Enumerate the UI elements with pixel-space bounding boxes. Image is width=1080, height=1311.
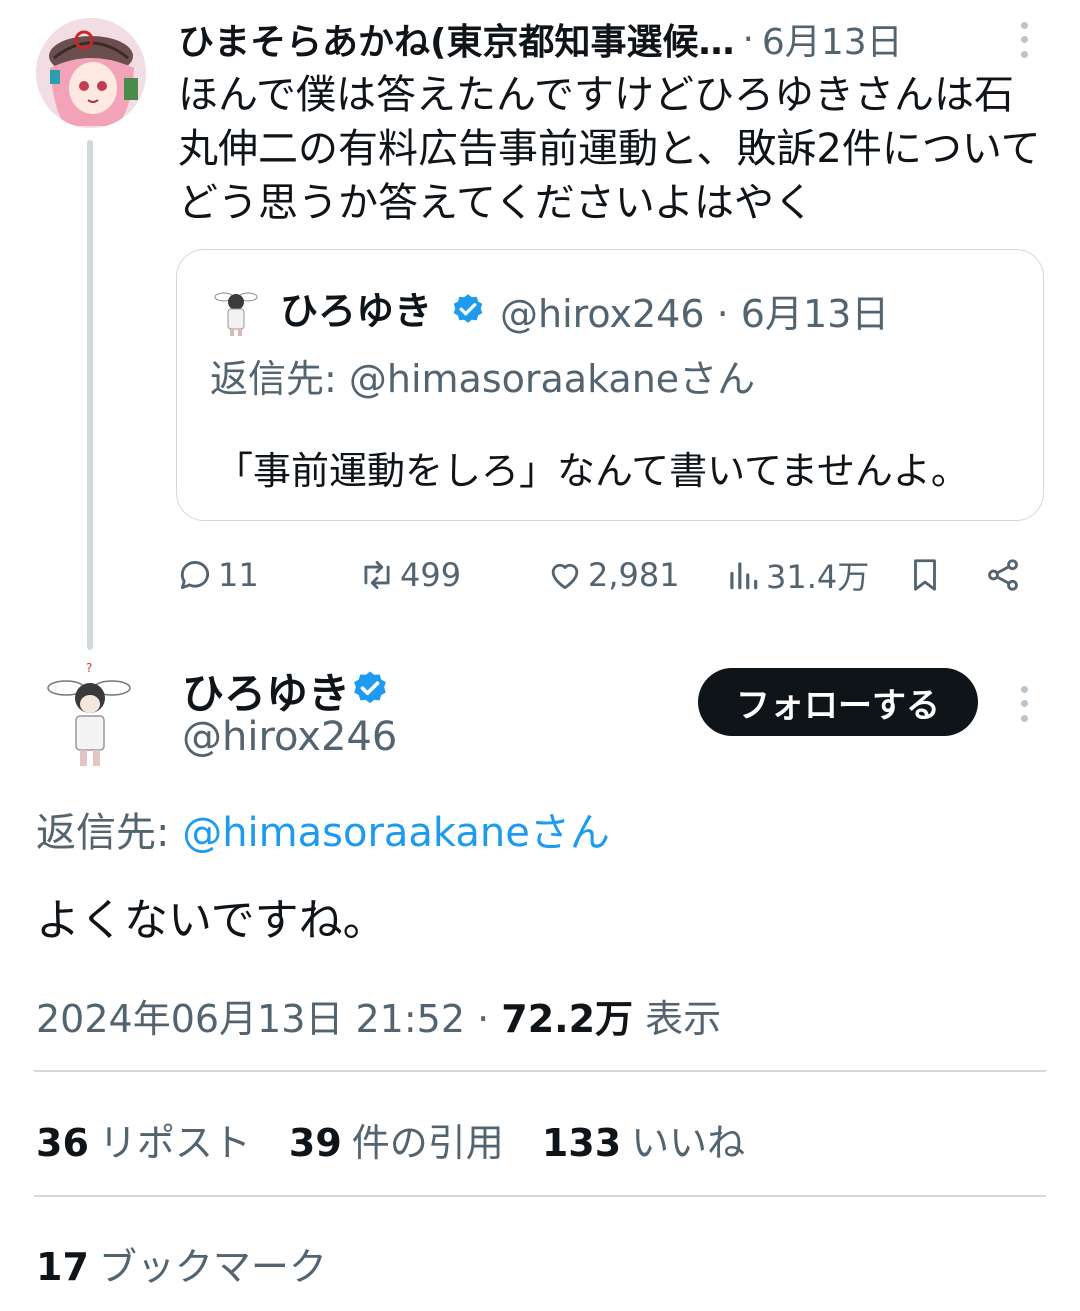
reply-button[interactable]: 11 [176,548,259,602]
views-icon [730,562,758,590]
views-count: 31.4万 [766,558,870,596]
engagement-stats: 36 リポスト 39 件の引用 133 いいね [36,1112,745,1167]
repost-button[interactable]: 499 [358,548,461,602]
verified-badge-icon [350,669,390,709]
reply-icon [180,561,210,590]
svg-text:?: ? [86,661,92,675]
more-vertical-icon[interactable] [1008,18,1040,62]
likes-stat[interactable]: 133 いいね [542,1112,745,1167]
post-action-bar: 11 499 2,981 31.4万 [176,548,1036,602]
reposts-label: リポスト [98,1121,251,1165]
post-timestamp-line: 2024年06月13日 21:52 · 72.2万 表示 [36,988,721,1043]
reply-to-line: 返信先: @himasoraakaneさん [36,800,610,858]
author-display-name[interactable]: ひろゆき [182,660,350,721]
follow-button[interactable]: フォローする [698,668,978,736]
thread-connector-line [87,140,93,650]
reply-to-label: 返信先: [36,810,170,856]
post-header: ひまそらあかね(東京都知事選候… · 6月13日 [178,14,903,64]
avatar[interactable] [36,18,146,128]
timestamp-separator: · [477,997,490,1041]
repost-icon [364,560,390,590]
quoted-handle-date: @hirox246 · 6月13日 [500,292,890,336]
author-handle[interactable]: @hirox246 [182,714,397,760]
share-button[interactable] [984,548,1026,602]
likes-count: 133 [541,1121,622,1165]
avatar-illustration [36,18,146,128]
reply-to-handle-link[interactable]: @himasoraakaneさん [182,810,610,856]
repost-count: 499 [400,556,462,594]
quoted-author-name: ひろゆき [280,289,433,333]
author-display-name[interactable]: ひまそらあかね(東京都知事選候… [178,13,734,65]
post-date[interactable]: 6月13日 [762,13,903,65]
more-vertical-icon[interactable] [1008,682,1040,726]
quoted-post-text: 「事前運動をしろ」なんて書いてませんよ。 [215,449,969,493]
like-count: 2,981 [588,556,680,594]
bookmarks-count: 17 [36,1245,89,1289]
avatar[interactable]: ? [40,660,140,770]
bookmark-icon [914,559,936,591]
quoted-avatar [210,285,262,337]
quoted-reply-to: 返信先: @himasoraakaneさん [210,357,756,401]
divider [34,1195,1046,1197]
bookmarks-label: ブックマーク [98,1245,327,1289]
reply-count: 11 [218,556,259,594]
reposts-count: 36 [36,1121,89,1165]
quotes-count: 39 [288,1121,342,1165]
divider [34,1070,1046,1072]
views-button[interactable]: 31.4万 [724,548,869,602]
quotes-stat[interactable]: 39 件の引用 [289,1112,504,1167]
quotes-label: 件の引用 [351,1121,504,1165]
post-timestamp[interactable]: 2024年06月13日 21:52 [36,997,465,1041]
header-separator: · [742,18,754,60]
avatar-illustration: ? [47,661,131,766]
view-label: 表示 [645,997,722,1041]
post-text: よくないですね。 [36,895,387,946]
like-icon [551,563,579,590]
like-button[interactable]: 2,981 [546,548,680,602]
bookmarks-stat[interactable]: 17 ブックマーク [36,1236,327,1291]
share-icon [988,559,1018,591]
reposts-stat[interactable]: 36 リポスト [36,1112,251,1167]
likes-label: いいね [631,1121,746,1165]
bookmark-button[interactable] [906,548,948,602]
post-text: ほんで僕は答えたんですけどひろゆきさんは石 丸伸二の有料広告事前運動と、敗訴2件… [178,72,1041,226]
verified-badge-icon [450,292,486,328]
view-count: 72.2万 [501,997,634,1041]
